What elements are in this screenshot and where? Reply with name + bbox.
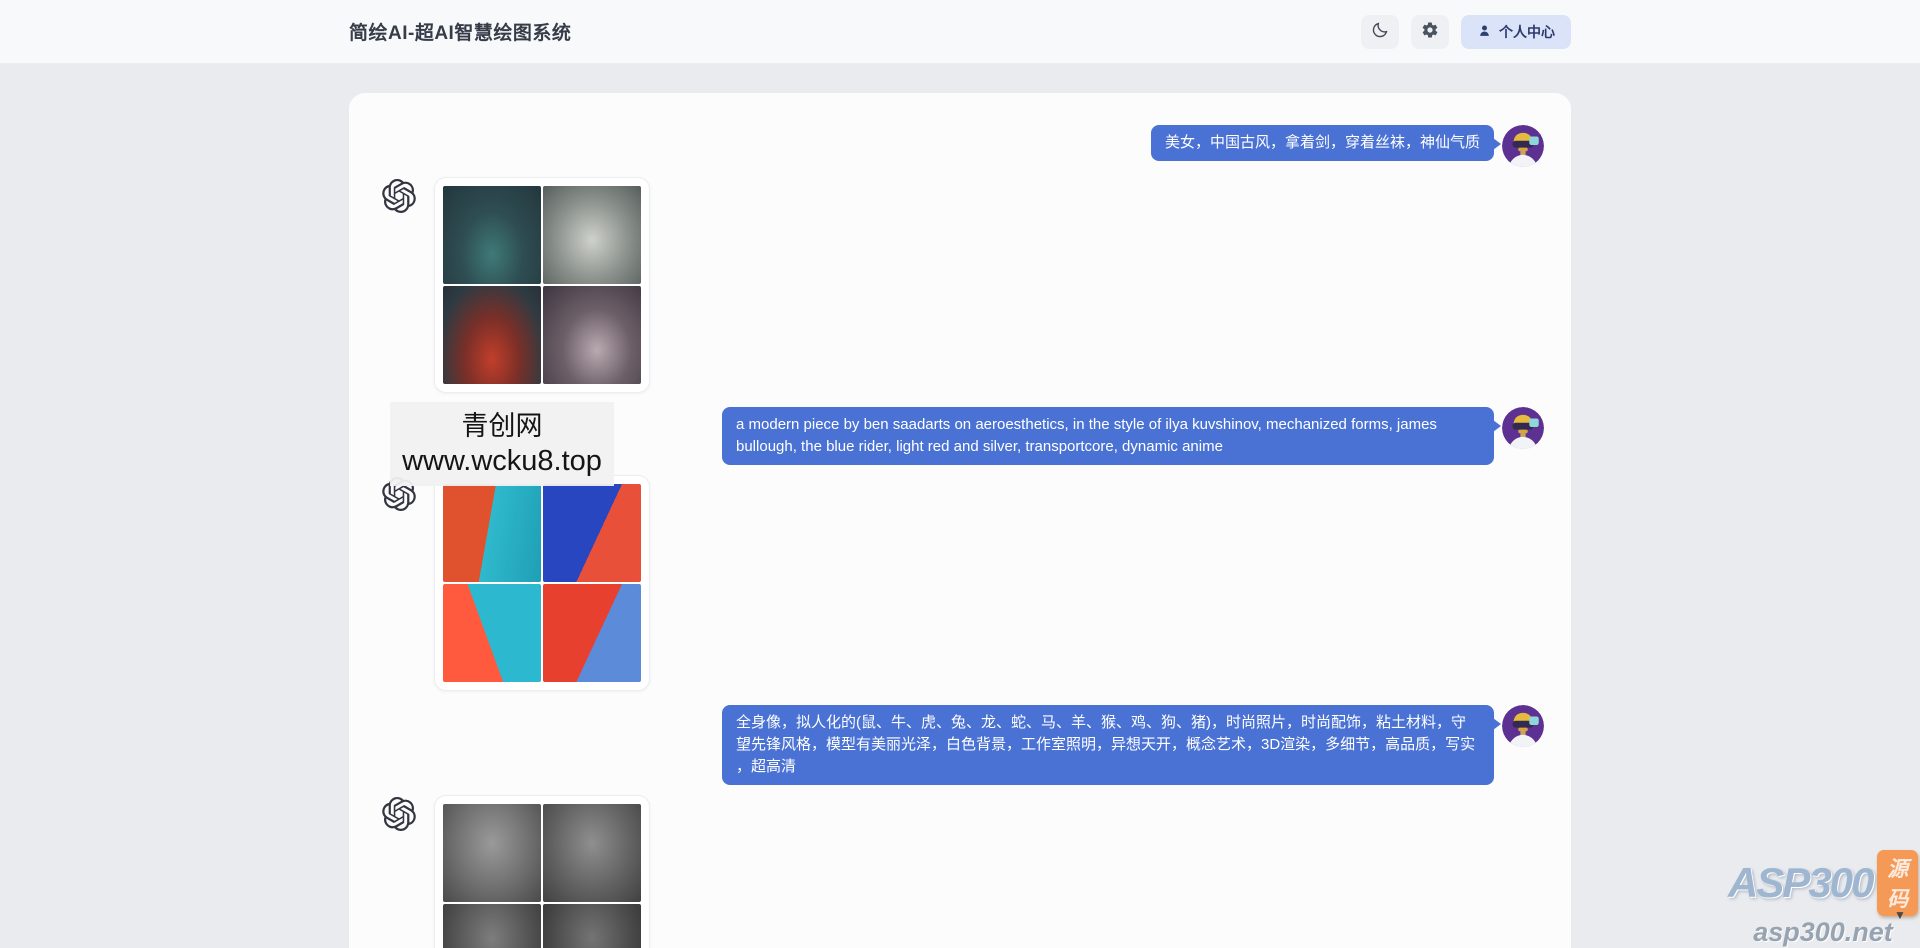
generated-image-card bbox=[434, 177, 650, 393]
app-title: 简绘AI-超AI智慧绘图系统 bbox=[349, 18, 571, 45]
asp300-watermark: ASP300 源码 asp300.net bbox=[1728, 850, 1918, 948]
generated-image[interactable] bbox=[543, 286, 641, 384]
ai-response-row bbox=[379, 795, 1544, 948]
profile-center-button[interactable]: 个人中心 bbox=[1461, 15, 1571, 49]
user-avatar bbox=[1502, 125, 1544, 167]
moon-icon bbox=[1371, 21, 1389, 42]
user-avatar bbox=[1502, 407, 1544, 449]
generated-image[interactable] bbox=[443, 904, 541, 948]
profile-center-label: 个人中心 bbox=[1499, 22, 1555, 42]
asp300-domain-text: asp300.net bbox=[1728, 917, 1918, 948]
generated-image[interactable] bbox=[443, 804, 541, 902]
generated-image[interactable] bbox=[443, 484, 541, 582]
corner-arrow-icon: ▼ bbox=[1894, 908, 1906, 922]
site-watermark-name: 青创网 bbox=[390, 409, 614, 443]
generated-image[interactable] bbox=[543, 484, 641, 582]
generated-image[interactable] bbox=[443, 186, 541, 284]
openai-logo-icon bbox=[382, 797, 416, 831]
ai-response-row bbox=[379, 177, 1544, 393]
user-avatar bbox=[1502, 705, 1544, 747]
chat-background: 美女，中国古风，拿着剑，穿着丝袜，神仙气质 a modern piece by bbox=[0, 93, 1920, 948]
user-message-row: 美女，中国古风，拿着剑，穿着丝袜，神仙气质 bbox=[379, 125, 1544, 167]
asp300-logo-text: ASP300 bbox=[1728, 859, 1872, 907]
ai-response-row bbox=[379, 475, 1544, 691]
user-message-row: 全身像，拟人化的(鼠、牛、虎、兔、龙、蛇、马、羊、猴、鸡、狗、猪)，时尚照片，时… bbox=[379, 705, 1544, 785]
generated-image[interactable] bbox=[543, 186, 641, 284]
user-message-bubble: 全身像，拟人化的(鼠、牛、虎、兔、龙、蛇、马、羊、猴、鸡、狗、猪)，时尚照片，时… bbox=[722, 705, 1494, 785]
generated-image[interactable] bbox=[543, 584, 641, 682]
generated-image[interactable] bbox=[443, 584, 541, 682]
header-actions: 个人中心 bbox=[1361, 15, 1571, 49]
user-message-bubble: a modern piece by ben saadarts on aeroes… bbox=[722, 407, 1494, 465]
app-header: 简绘AI-超AI智慧绘图系统 个人中心 bbox=[0, 0, 1920, 64]
generated-image[interactable] bbox=[543, 804, 641, 902]
generated-image[interactable] bbox=[443, 286, 541, 384]
generated-image-card bbox=[434, 475, 650, 691]
openai-logo-icon bbox=[382, 179, 416, 213]
site-watermark: 青创网 www.wcku8.top bbox=[390, 402, 614, 486]
generated-image[interactable] bbox=[543, 904, 641, 948]
theme-toggle-button[interactable] bbox=[1361, 15, 1399, 49]
asp300-source-badge: 源码 bbox=[1877, 850, 1918, 916]
site-watermark-url: www.wcku8.top bbox=[390, 443, 614, 479]
settings-button[interactable] bbox=[1411, 15, 1449, 49]
gear-icon bbox=[1421, 21, 1439, 42]
generated-image-card bbox=[434, 795, 650, 948]
user-icon bbox=[1477, 23, 1492, 41]
chat-container: 美女，中国古风，拿着剑，穿着丝袜，神仙气质 a modern piece by bbox=[349, 93, 1571, 948]
user-message-bubble: 美女，中国古风，拿着剑，穿着丝袜，神仙气质 bbox=[1151, 125, 1494, 161]
